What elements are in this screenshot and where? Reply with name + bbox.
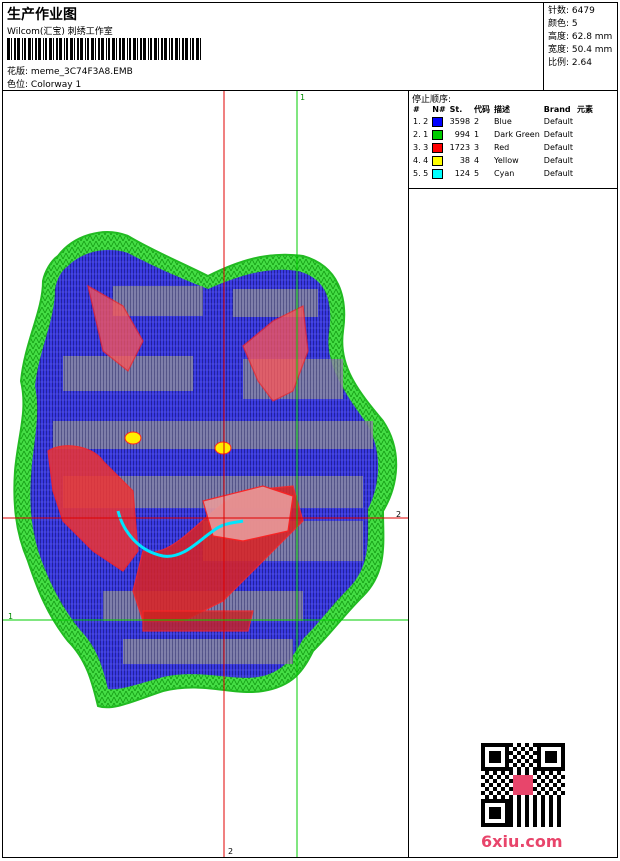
row-code: 5 [474, 169, 480, 178]
colorway-label: 色位: [7, 80, 29, 90]
color-swatch [432, 142, 444, 153]
color-swatch [432, 155, 444, 166]
design-width: 宽度: 50.4 mm [548, 45, 613, 55]
row-description: Red [494, 143, 510, 152]
row-description: Yellow [494, 156, 519, 165]
stitch-count: 针数: 6479 [548, 6, 595, 16]
design-stats: 针数: 6479 颜色: 5 高度: 62.8 mm 宽度: 50.4 mm 比… [544, 3, 617, 91]
color-swatch [432, 168, 444, 179]
col-description: 描述 [494, 104, 511, 114]
guide-label-v-green: 1 [300, 93, 305, 102]
row-code: 1 [474, 130, 480, 139]
table-row: 1. 2 3598 2 Blue Default [411, 115, 595, 128]
color-swatch [432, 116, 444, 127]
row-swatch [430, 115, 447, 128]
row-description: Dark Green [494, 130, 540, 139]
row-description: Cyan [494, 169, 515, 178]
guide-label-v-red: 2 [228, 847, 233, 856]
row-code: 4 [474, 156, 480, 165]
row-swatch [430, 154, 447, 167]
row-index: 2. 1 [413, 130, 429, 139]
row-index: 3. 3 [413, 143, 429, 152]
row-brand: Default [543, 117, 574, 126]
row-stitches: 38 [459, 156, 471, 165]
row-code: 3 [474, 143, 480, 152]
col-element: 元素 [577, 104, 594, 114]
colorway-value: Colorway 1 [30, 80, 82, 90]
row-swatch [430, 141, 447, 154]
guide-label-h-red: 2 [396, 510, 401, 519]
table-row: 5. 5 124 5 Cyan Default [411, 167, 595, 180]
col-brand: Brand [543, 104, 571, 114]
row-brand: Default [543, 156, 574, 165]
row-element [575, 154, 595, 167]
row-index: 5. 5 [413, 169, 429, 178]
col-code: 代码 [474, 104, 491, 114]
table-row: 3. 3 1723 3 Red Default [411, 141, 595, 154]
design-file: 花版: meme_3C74F3A8.EMB [7, 64, 133, 77]
stop-sequence-table: # N# St. 代码 描述 Brand 元素 1. 2 3598 2 Blue Def… [411, 103, 595, 180]
row-index: 1. 2 [413, 117, 429, 126]
design-scale: 比例: 2.64 [548, 58, 592, 68]
row-brand: Default [543, 143, 574, 152]
row-element [575, 167, 595, 180]
software-subtitle: Wilcom(汇宝) 刺绣工作室 [7, 27, 113, 37]
row-element [575, 128, 595, 141]
row-index: 4. 4 [413, 156, 429, 165]
colorway: 色位: Colorway 1 [7, 77, 81, 90]
table-row: 2. 1 994 1 Dark Green Default [411, 128, 595, 141]
row-element [575, 115, 595, 128]
color-swatch [432, 129, 444, 140]
row-brand: Default [543, 130, 574, 139]
col-needle: N# [432, 104, 446, 114]
table-row: 4. 4 38 4 Yellow Default [411, 154, 595, 167]
worksheet-title: 生产作业图 [7, 7, 77, 23]
row-swatch [430, 128, 447, 141]
design-height: 高度: 62.8 mm [548, 32, 613, 42]
stop-sequence-panel: 停止顺序: # N# St. 代码 描述 Brand 元素 1. 2 3598 2 B… [409, 91, 617, 189]
row-element [575, 141, 595, 154]
row-stitches: 1723 [449, 143, 471, 152]
row-code: 2 [474, 117, 480, 126]
barcode [7, 38, 201, 60]
row-swatch [430, 167, 447, 180]
row-description: Blue [494, 117, 512, 126]
col-stitches: St. [449, 104, 463, 114]
design-canvas: 1 2 1 2 [3, 91, 409, 857]
watermark-logo: 6xiu.com [481, 832, 563, 851]
row-stitches: 994 [454, 130, 471, 139]
color-count: 颜色: 5 [548, 19, 578, 29]
qr-code [481, 743, 565, 827]
guide-label-h-green: 1 [8, 612, 13, 621]
row-stitches: 124 [454, 169, 471, 178]
row-stitches: 3598 [449, 117, 471, 126]
table-header-row: # N# St. 代码 描述 Brand 元素 [411, 103, 595, 115]
design-filename: meme_3C74F3A8.EMB [30, 67, 133, 77]
embroidery-preview: 1 2 1 2 [3, 91, 408, 857]
design-label: 花版: [7, 67, 29, 77]
row-brand: Default [543, 169, 574, 178]
header-info: 生产作业图 Wilcom(汇宝) 刺绣工作室 花版: meme_3C74F3A8… [3, 3, 544, 91]
col-index: # [413, 104, 420, 114]
production-worksheet: 生产作业图 Wilcom(汇宝) 刺绣工作室 花版: meme_3C74F3A8… [2, 2, 618, 858]
